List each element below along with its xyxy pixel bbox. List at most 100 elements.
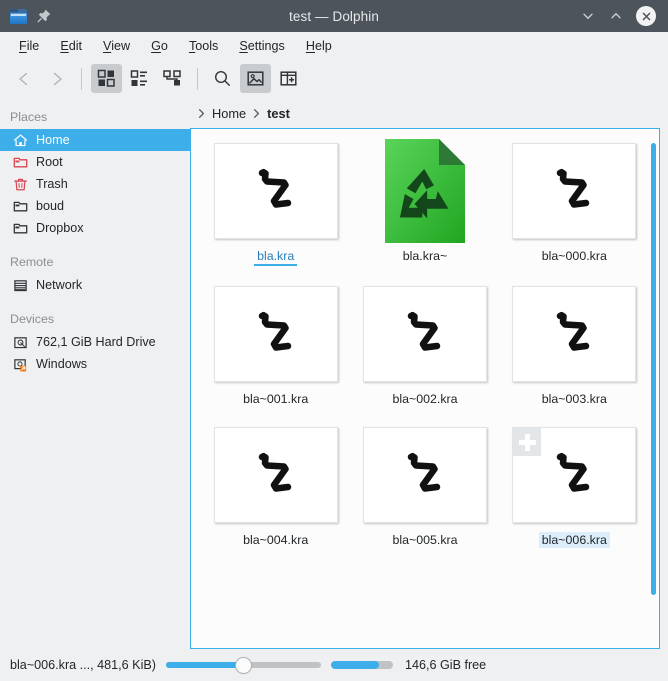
folder-icon (12, 220, 28, 236)
menu-edit-label: dit (69, 39, 82, 53)
statusbar: bla~006.kra ..., 481,6 KiB) 146,6 GiB fr… (0, 649, 668, 681)
sidebar-item-hard-drive-label: 762,1 GiB Hard Drive (36, 335, 156, 349)
thumbnail-wrapper (512, 427, 636, 523)
compact-view-icon[interactable] (124, 64, 155, 93)
file-name-label[interactable]: bla~003.kra (539, 391, 610, 407)
thumbnail-wrapper (363, 427, 487, 523)
chevron-right-icon (196, 108, 207, 119)
folder-red-icon (12, 154, 28, 170)
menubar: File Edit View Go Tools Settings Help (0, 32, 668, 59)
menu-go[interactable]: Go (142, 36, 177, 56)
sidebar-item-network[interactable]: Network (0, 274, 190, 296)
harddisk-icon (12, 334, 28, 350)
window-body: Places Home Root (0, 98, 668, 649)
pin-icon[interactable] (36, 8, 52, 24)
image-thumbnail (214, 286, 338, 382)
select-plus-icon[interactable] (513, 428, 541, 456)
titlebar-left-icons (0, 8, 52, 24)
breadcrumb-item-test[interactable]: test (267, 106, 290, 121)
zoom-slider[interactable] (166, 656, 321, 674)
sidebar-item-home-label: Home (36, 133, 70, 147)
sidebar-gap-2 (0, 296, 190, 306)
sidebar-section-remote: Remote (0, 249, 190, 274)
backup-document-icon (381, 137, 469, 245)
file-name-label[interactable]: bla.kra (254, 248, 297, 266)
zoom-slider-handle[interactable] (235, 657, 252, 674)
main-area: Home test bla.kra (190, 98, 668, 649)
trash-icon (12, 176, 28, 192)
zoom-slider-fill (166, 662, 244, 668)
vertical-scrollbar[interactable] (651, 143, 656, 595)
file-item[interactable]: bla~002.kra (350, 286, 499, 427)
chevron-up-icon[interactable] (608, 8, 624, 24)
search-icon[interactable] (207, 64, 238, 93)
toolbar-separator-1 (81, 68, 82, 90)
chevron-down-icon[interactable] (580, 8, 596, 24)
close-icon[interactable] (636, 6, 656, 26)
file-name-label[interactable]: bla~000.kra (539, 248, 610, 264)
split-view-icon[interactable] (273, 64, 304, 93)
file-item[interactable]: bla~003.kra (500, 286, 649, 427)
file-name-label[interactable]: bla~005.kra (389, 532, 460, 548)
disk-space-bar[interactable] (331, 661, 393, 669)
folder-icon (12, 198, 28, 214)
places-panel: Places Home Root (0, 98, 190, 649)
menu-file[interactable]: File (10, 36, 48, 56)
dolphin-window: test — Dolphin File Edit View Go Tools S… (0, 0, 668, 681)
sidebar-item-trash[interactable]: Trash (0, 173, 190, 195)
forward-icon[interactable] (41, 64, 72, 93)
preview-icon[interactable] (240, 64, 271, 93)
chevron-right-icon (251, 108, 262, 119)
icon-grid: bla.kra (191, 129, 659, 568)
file-name-label[interactable]: bla~001.kra (240, 391, 311, 407)
sidebar-item-windows-label: Windows (36, 357, 87, 371)
file-name-label[interactable]: bla~002.kra (389, 391, 460, 407)
breadcrumb: Home test (190, 98, 660, 128)
file-name-label[interactable]: bla~006.kra (539, 532, 610, 548)
sidebar-item-boud[interactable]: boud (0, 195, 190, 217)
window-controls (580, 6, 668, 26)
toolbar (0, 59, 668, 98)
menu-view[interactable]: View (94, 36, 139, 56)
sidebar-item-windows[interactable]: Windows (0, 353, 190, 375)
home-icon (12, 132, 28, 148)
breadcrumb-item-home[interactable]: Home (212, 106, 246, 121)
file-item[interactable]: bla~004.kra (201, 427, 350, 568)
file-name-label[interactable]: bla.kra~ (400, 248, 450, 264)
file-item[interactable]: bla~001.kra (201, 286, 350, 427)
image-thumbnail (512, 427, 636, 523)
thumbnail-wrapper (214, 143, 338, 239)
sidebar-item-trash-label: Trash (36, 177, 68, 191)
folder-icon[interactable] (10, 9, 27, 24)
file-name-label[interactable]: bla~004.kra (240, 532, 311, 548)
free-space-label: 146,6 GiB free (405, 658, 486, 672)
file-item[interactable]: bla~006.kra (500, 427, 649, 568)
menu-go-label: o (161, 39, 168, 53)
disk-space-fill (331, 661, 379, 669)
details-view-icon[interactable] (157, 64, 188, 93)
file-item[interactable]: bla.kra (201, 143, 350, 286)
menu-tools[interactable]: Tools (180, 36, 227, 56)
sidebar-item-dropbox-label: Dropbox (36, 221, 84, 235)
file-item[interactable]: bla~000.kra (500, 143, 649, 286)
sidebar-section-places: Places (0, 104, 190, 129)
sidebar-item-hard-drive[interactable]: 762,1 GiB Hard Drive (0, 331, 190, 353)
menu-view-label: iew (111, 39, 130, 53)
toolbar-separator-2 (197, 68, 198, 90)
icons-view-icon[interactable] (91, 64, 122, 93)
sidebar-item-root-label: Root (36, 155, 63, 169)
menu-help[interactable]: Help (297, 36, 341, 56)
file-item[interactable]: bla.kra~ (350, 143, 499, 286)
sidebar-item-boud-label: boud (36, 199, 64, 213)
sidebar-item-root[interactable]: Root (0, 151, 190, 173)
menu-edit[interactable]: Edit (51, 36, 91, 56)
sidebar-item-home[interactable]: Home (0, 129, 190, 151)
thumbnail-wrapper (512, 143, 636, 239)
menu-settings[interactable]: Settings (230, 36, 294, 56)
status-selection-text: bla~006.kra ..., 481,6 KiB) (10, 658, 156, 672)
file-view[interactable]: bla.kra (190, 128, 660, 649)
file-item[interactable]: bla~005.kra (350, 427, 499, 568)
back-icon[interactable] (8, 64, 39, 93)
sidebar-item-network-label: Network (36, 278, 82, 292)
sidebar-item-dropbox[interactable]: Dropbox (0, 217, 190, 239)
